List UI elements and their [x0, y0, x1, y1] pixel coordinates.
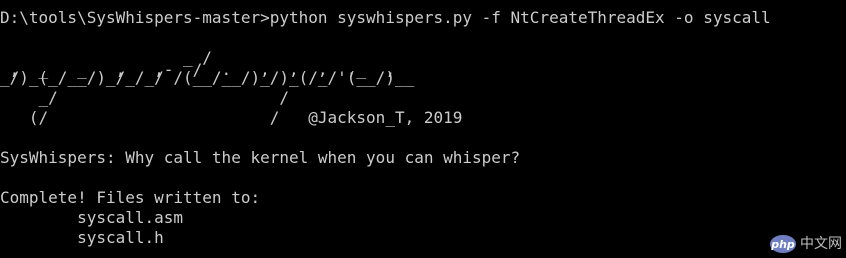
ascii-banner-line: _/ / — [0, 88, 289, 107]
ascii-banner-author-line: (/ / @Jackson_T, 2019 — [0, 108, 463, 127]
completion-message: Complete! Files written to: — [0, 188, 261, 207]
ascii-banner-line: _/)_(_/__/)_/_/_/ /(__/__/)_/)_(/_/'(__/… — [0, 68, 415, 87]
php-logo-icon: php — [770, 235, 796, 253]
console-line-command: D:\tools\SysWhispers-master>python syswh… — [0, 8, 771, 27]
output-file-h: syscall.h — [0, 228, 164, 247]
output-file-asm: syscall.asm — [0, 208, 184, 227]
tagline-text: SysWhispers: Why call the kernel when yo… — [0, 148, 521, 167]
watermark: php 中文网 — [770, 234, 842, 254]
console-window[interactable]: D:\tools\SysWhispers-master>python syswh… — [0, 0, 846, 258]
watermark-site-text: 中文网 — [800, 236, 842, 252]
